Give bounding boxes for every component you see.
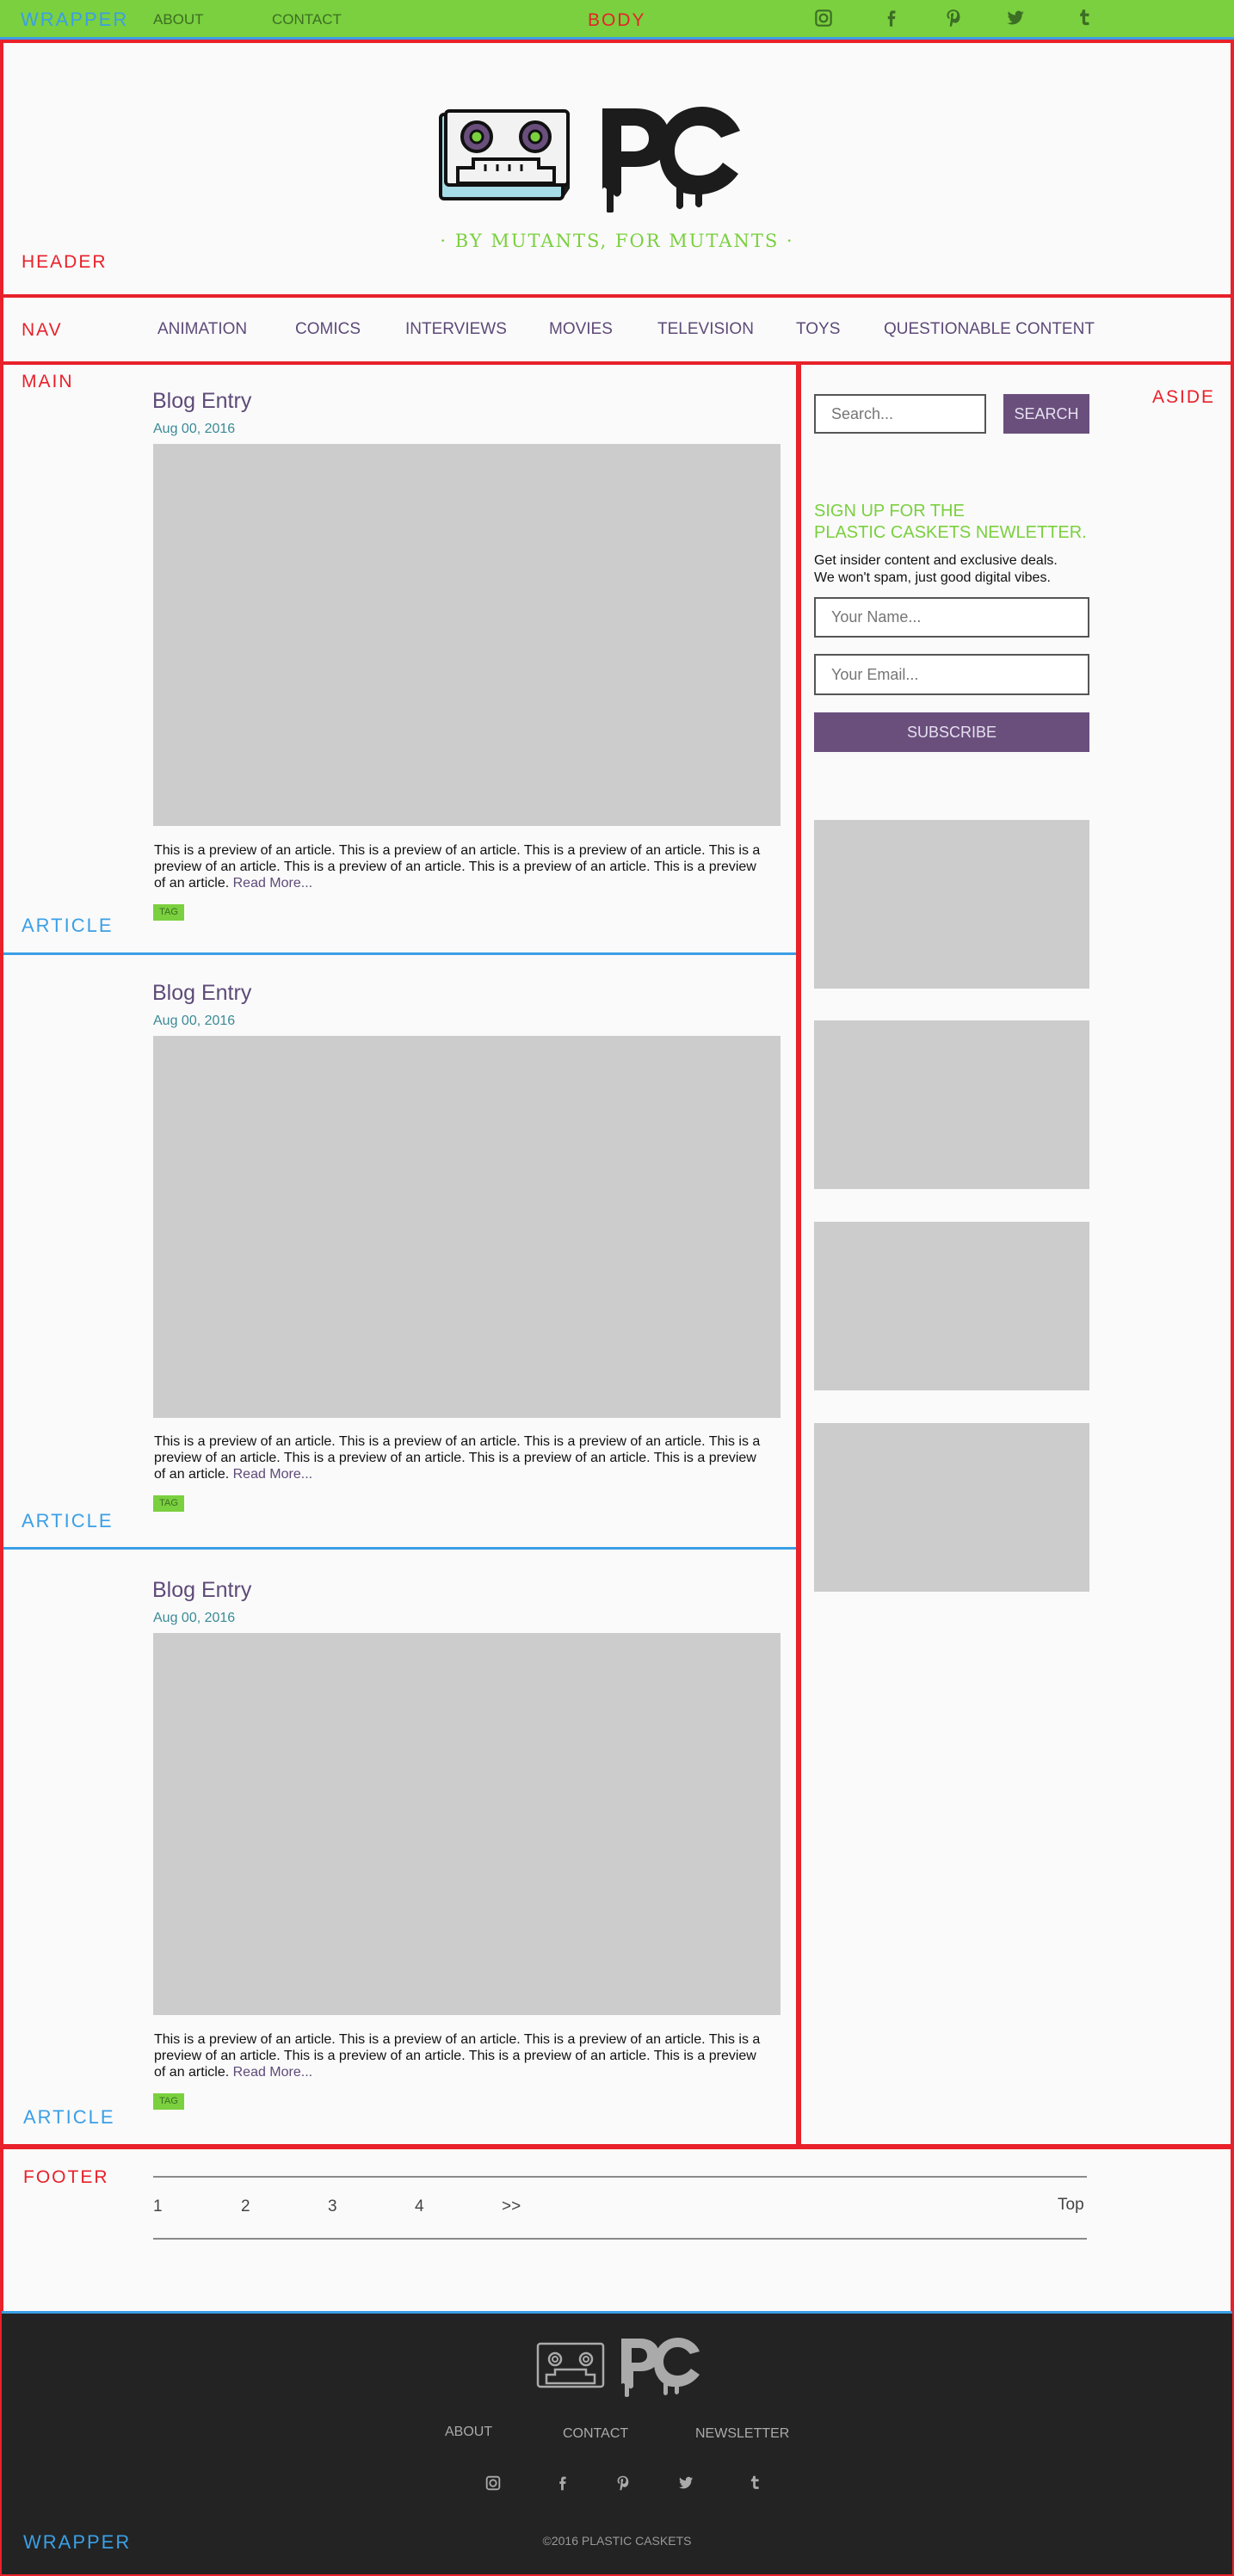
nav-item-questionable-content[interactable]: QUESTIONABLE CONTENT <box>884 320 1095 339</box>
back-to-top-link[interactable]: Top <box>1058 2196 1084 2215</box>
read-more-link[interactable]: Read More... <box>233 876 312 891</box>
ad-placeholder[interactable] <box>814 1020 1089 1189</box>
footer-link-about[interactable]: ABOUT <box>445 2425 492 2440</box>
copyright-text: ©2016 PLASTIC CASKETS <box>542 2534 692 2548</box>
next-page-link[interactable]: >> <box>502 2197 521 2216</box>
ad-placeholder[interactable] <box>814 1222 1089 1390</box>
wrapper-debug-label: WRAPPER <box>21 9 129 30</box>
name-field[interactable] <box>814 597 1089 638</box>
ad-placeholder[interactable] <box>814 820 1089 989</box>
instagram-icon[interactable] <box>812 7 835 29</box>
twitter-icon[interactable] <box>1004 7 1027 29</box>
nav-item-toys[interactable]: TOYS <box>796 320 840 339</box>
search-input[interactable] <box>814 394 986 434</box>
article-debug-label: ARTICLE <box>22 915 114 936</box>
aside-debug-label: ASIDE <box>1152 387 1216 407</box>
article-title[interactable]: Blog Entry <box>152 389 251 414</box>
page-link-current[interactable]: 1 <box>153 2197 163 2216</box>
article-debug-label: ARTICLE <box>23 2106 115 2128</box>
pinterest-icon[interactable] <box>614 2474 632 2497</box>
facebook-icon[interactable] <box>552 2474 571 2497</box>
tumblr-icon[interactable] <box>745 2474 764 2497</box>
tumblr-icon[interactable] <box>1073 7 1095 29</box>
article-tag[interactable]: TAG <box>153 904 184 921</box>
site-tagline: · BY MUTANTS, FOR MUTANTS · <box>440 231 794 251</box>
article-image[interactable] <box>153 1036 781 1418</box>
subscribe-button[interactable]: SUBSCRIBE <box>814 712 1089 752</box>
pagination-bottom-rule <box>153 2238 1087 2240</box>
pinterest-icon[interactable] <box>942 7 965 29</box>
article-image[interactable] <box>153 444 781 826</box>
email-field[interactable] <box>814 654 1089 695</box>
footer-link-contact[interactable]: CONTACT <box>563 2426 628 2442</box>
newsletter-title: SIGN UP FOR THE PLASTIC CASKETS NEWLETTE… <box>814 502 1087 542</box>
read-more-link[interactable]: Read More... <box>233 1467 312 1482</box>
footer-link-newsletter[interactable]: NEWSLETTER <box>695 2426 789 2442</box>
article-image[interactable] <box>153 1633 781 2015</box>
page-link[interactable]: 3 <box>328 2197 337 2216</box>
instagram-icon[interactable] <box>484 2474 503 2497</box>
ad-placeholder[interactable] <box>814 1423 1089 1592</box>
article-debug-label: ARTICLE <box>22 1510 114 1531</box>
article-divider <box>3 952 798 955</box>
article-tag[interactable]: TAG <box>153 1495 184 1512</box>
nav-item-movies[interactable]: MOVIES <box>549 320 613 339</box>
newsletter-description: Get insider content and exclusive deals.… <box>814 553 1058 585</box>
article-date: Aug 00, 2016 <box>153 1014 236 1028</box>
article-divider <box>3 1547 798 1550</box>
header-debug-label: HEADER <box>22 252 108 272</box>
top-link-contact[interactable]: CONTACT <box>272 11 342 28</box>
cassette-logo-icon[interactable] <box>435 106 573 200</box>
body-debug-label: BODY <box>588 10 646 30</box>
pagination-top-rule <box>153 2176 1087 2178</box>
footer-cassette-logo-icon[interactable] <box>534 2339 607 2390</box>
main-debug-label: MAIN <box>22 372 74 391</box>
facebook-icon[interactable] <box>879 7 902 29</box>
nav-item-comics[interactable]: COMICS <box>295 320 361 339</box>
twitter-icon[interactable] <box>676 2474 695 2497</box>
article-title[interactable]: Blog Entry <box>152 981 251 1006</box>
page-link[interactable]: 2 <box>241 2197 250 2216</box>
footer-pc-wordmark <box>620 2337 702 2397</box>
wrapper-debug-label: WRAPPER <box>23 2531 132 2553</box>
article-tag[interactable]: TAG <box>153 2093 184 2110</box>
pc-wordmark <box>599 105 745 213</box>
footer-debug-label: FOOTER <box>23 2167 109 2187</box>
article-preview: This is a preview of an article. This is… <box>154 843 761 891</box>
nav-item-television[interactable]: TELEVISION <box>657 320 754 339</box>
article-preview: This is a preview of an article. This is… <box>154 1434 761 1482</box>
nav-debug-label: NAV <box>22 320 63 340</box>
article-title[interactable]: Blog Entry <box>152 1578 251 1603</box>
search-button[interactable]: SEARCH <box>1003 394 1089 434</box>
nav-item-interviews[interactable]: INTERVIEWS <box>405 320 507 339</box>
article-date: Aug 00, 2016 <box>153 422 236 436</box>
page-link[interactable]: 4 <box>415 2197 424 2216</box>
article-date: Aug 00, 2016 <box>153 1611 236 1625</box>
nav-item-animation[interactable]: ANIMATION <box>157 320 247 339</box>
top-link-about[interactable]: ABOUT <box>153 11 204 28</box>
article-preview: This is a preview of an article. This is… <box>154 2032 761 2080</box>
read-more-link[interactable]: Read More... <box>233 2065 312 2080</box>
